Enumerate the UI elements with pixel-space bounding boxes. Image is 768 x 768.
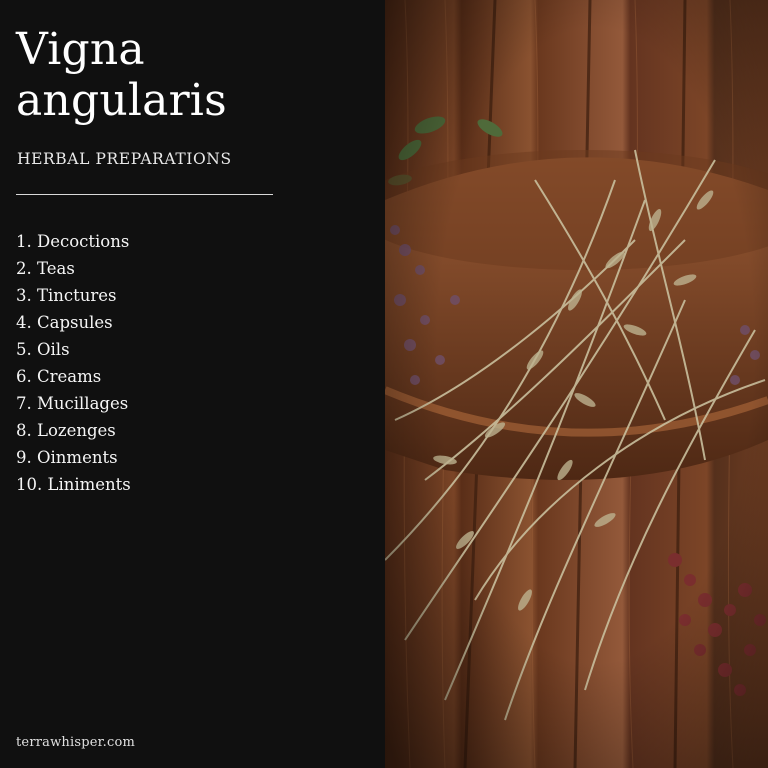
herbs-illustration — [385, 0, 768, 768]
list-item: 4. Capsules — [16, 313, 113, 332]
list-item: 7. Mucillages — [16, 394, 129, 413]
subtitle: HERBAL PREPARATIONS — [17, 150, 232, 168]
list-item: 5. Oils — [16, 340, 70, 359]
list-item: 9. Oinments — [16, 448, 118, 467]
list-item: 6. Creams — [16, 367, 102, 386]
preparations-list: 1. Decoctions 2. Teas 3. Tinctures 4. Ca… — [16, 228, 131, 498]
divider — [16, 194, 273, 195]
text-panel: Vigna angularis HERBAL PREPARATIONS 1. D… — [0, 0, 385, 768]
list-item: 2. Teas — [16, 259, 75, 278]
list-item: 1. Decoctions — [16, 232, 130, 251]
title-line-2: angularis — [16, 75, 227, 126]
list-item: 3. Tinctures — [16, 286, 117, 305]
recipe-card: Vigna angularis HERBAL PREPARATIONS 1. D… — [0, 0, 768, 768]
title-line-1: Vigna — [16, 24, 145, 75]
website-link[interactable]: terrawhisper.com — [16, 735, 135, 750]
herbs-photo — [385, 0, 768, 768]
list-item: 10. Liniments — [16, 475, 131, 494]
plant-title: Vigna angularis — [16, 24, 227, 126]
list-item: 8. Lozenges — [16, 421, 116, 440]
